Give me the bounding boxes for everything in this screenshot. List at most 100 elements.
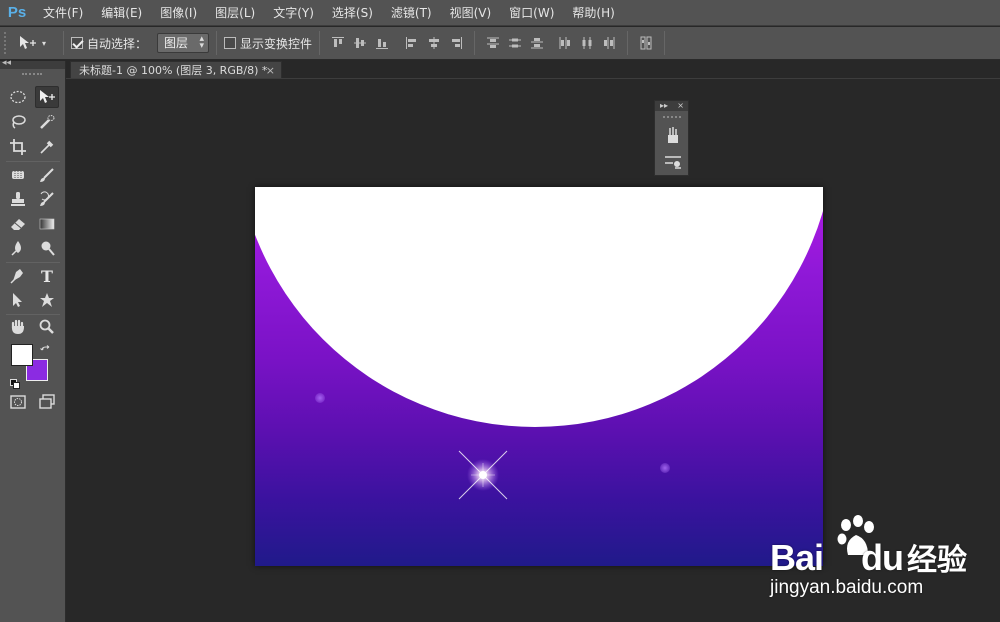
zoom-tool-icon xyxy=(39,319,54,334)
quick-mask-button[interactable] xyxy=(6,391,30,413)
tools-panel-grip[interactable] xyxy=(22,73,42,76)
path-selection-tool[interactable] xyxy=(6,289,30,311)
chevron-down-icon: ▾ xyxy=(42,38,47,48)
brush-presets-button[interactable] xyxy=(663,125,683,145)
type-tool-icon: T xyxy=(41,266,53,286)
star-sparkle xyxy=(458,450,508,500)
hand-tool[interactable] xyxy=(6,316,30,338)
history-brush-tool-icon xyxy=(40,191,54,206)
distribute-left-button[interactable] xyxy=(554,33,576,53)
distribute-vcenter-button[interactable] xyxy=(504,33,526,53)
brush-presets-icon xyxy=(668,127,678,143)
distribute-top-button[interactable] xyxy=(482,33,504,53)
distribute-top-icon xyxy=(487,37,500,48)
menu-edit[interactable]: 编辑(E) xyxy=(92,0,151,26)
distribute-bottom-button[interactable] xyxy=(526,33,548,53)
history-brush-tool[interactable] xyxy=(35,188,59,210)
eyedropper-tool[interactable] xyxy=(35,136,59,158)
menu-type[interactable]: 文字(Y) xyxy=(264,0,323,26)
eraser-tool-icon xyxy=(11,219,25,230)
baidu-jingyan-watermark: Bai du 经验 jingyan.baidu.com xyxy=(770,515,990,605)
lasso-tool[interactable] xyxy=(6,111,30,133)
spot-healing-tool[interactable] xyxy=(6,164,30,186)
menu-select[interactable]: 选择(S) xyxy=(323,0,382,26)
pen-tool-icon xyxy=(10,269,23,284)
watermark-jingyan: 经验 xyxy=(907,544,968,577)
align-top-icon xyxy=(332,37,345,47)
close-icon[interactable]: × xyxy=(677,101,684,111)
crop-tool[interactable] xyxy=(6,136,30,158)
dodge-tool[interactable] xyxy=(35,237,59,259)
close-icon[interactable]: × xyxy=(266,62,275,79)
clone-stamp-tool[interactable] xyxy=(6,188,30,210)
document-canvas[interactable] xyxy=(255,187,823,566)
show-transform-label: 显示变换控件 xyxy=(240,36,313,51)
distribute-right-icon xyxy=(604,37,615,49)
menu-help[interactable]: 帮助(H) xyxy=(563,0,623,26)
collapse-icon[interactable]: ◂◂ xyxy=(2,58,11,68)
tab-divider xyxy=(66,78,1000,79)
panel-grip[interactable] xyxy=(663,116,681,118)
marquee-tool[interactable] xyxy=(6,86,30,108)
marquee-tool-icon xyxy=(10,90,26,104)
default-colors-icon xyxy=(10,379,20,389)
tools-panel-header[interactable]: ◂◂ xyxy=(0,58,65,69)
panel-header[interactable]: ▸▸ × xyxy=(655,101,688,111)
blur-tool[interactable] xyxy=(6,237,30,259)
expand-panels-icon[interactable]: ▸▸ xyxy=(660,101,668,111)
align-hcenter-button[interactable] xyxy=(423,33,445,53)
auto-select-checkbox[interactable] xyxy=(71,37,83,49)
blur-tool-icon xyxy=(11,241,21,256)
divider xyxy=(319,31,321,55)
default-colors-button[interactable] xyxy=(10,374,20,389)
brush-tool[interactable] xyxy=(35,164,59,186)
menu-window[interactable]: 窗口(W) xyxy=(500,0,563,26)
menu-layer[interactable]: 图层(L) xyxy=(206,0,264,26)
zoom-tool[interactable] xyxy=(35,316,59,338)
auto-align-layers-button[interactable] xyxy=(635,33,657,53)
divider xyxy=(627,31,629,55)
gradient-tool-icon xyxy=(39,218,55,230)
align-vcenter-button[interactable] xyxy=(349,33,371,53)
custom-shape-tool[interactable] xyxy=(35,289,59,311)
tool-preset-picker[interactable]: ▾ xyxy=(18,32,56,54)
adjustments-button[interactable] xyxy=(663,151,683,171)
type-tool[interactable]: T xyxy=(35,265,59,287)
align-bottom-button[interactable] xyxy=(371,33,393,53)
menu-image[interactable]: 图像(I) xyxy=(151,0,206,26)
distribute-right-button[interactable] xyxy=(598,33,620,53)
show-transform-checkbox[interactable] xyxy=(224,37,237,49)
menu-filter[interactable]: 滤镜(T) xyxy=(382,0,441,26)
eraser-tool[interactable] xyxy=(6,213,30,235)
swap-colors-button[interactable] xyxy=(40,342,52,354)
updown-arrow-icon: ▴ ▾ xyxy=(199,34,205,51)
move-tool-icon xyxy=(20,36,36,49)
hand-tool-icon xyxy=(11,319,24,334)
eyedropper-tool-icon xyxy=(40,140,54,154)
align-vertical-center-icon xyxy=(354,38,367,48)
align-right-button[interactable] xyxy=(445,33,467,53)
options-grip[interactable] xyxy=(4,32,12,54)
distribute-vertical-center-icon xyxy=(509,38,522,48)
foreground-color-swatch[interactable] xyxy=(11,344,33,366)
align-left-button[interactable] xyxy=(401,33,423,53)
align-top-button[interactable] xyxy=(327,33,349,53)
gradient-tool[interactable] xyxy=(35,213,59,235)
sparkle-dot xyxy=(660,463,670,473)
screen-mode-button[interactable] xyxy=(35,391,59,413)
distribute-hcenter-button[interactable] xyxy=(576,33,598,53)
pen-tool[interactable] xyxy=(6,265,30,287)
auto-select-dropdown[interactable]: 图层 ▴ ▾ xyxy=(157,33,210,53)
healing-brush-tool-icon xyxy=(12,171,24,179)
path-selection-tool-icon xyxy=(13,293,22,307)
lasso-tool-icon xyxy=(12,115,26,129)
move-tool[interactable] xyxy=(35,86,59,108)
align-horizontal-center-icon xyxy=(429,37,440,49)
align-left-icon xyxy=(406,37,417,49)
document-tab[interactable]: 未标题-1 @ 100% (图层 3, RGB/8) * × xyxy=(70,61,282,79)
menu-file[interactable]: 文件(F) xyxy=(34,0,92,26)
menu-view[interactable]: 视图(V) xyxy=(441,0,501,26)
tools-panel: ◂◂ T xyxy=(0,58,66,622)
quick-selection-tool[interactable] xyxy=(35,111,59,133)
dodge-tool-icon xyxy=(41,241,55,256)
